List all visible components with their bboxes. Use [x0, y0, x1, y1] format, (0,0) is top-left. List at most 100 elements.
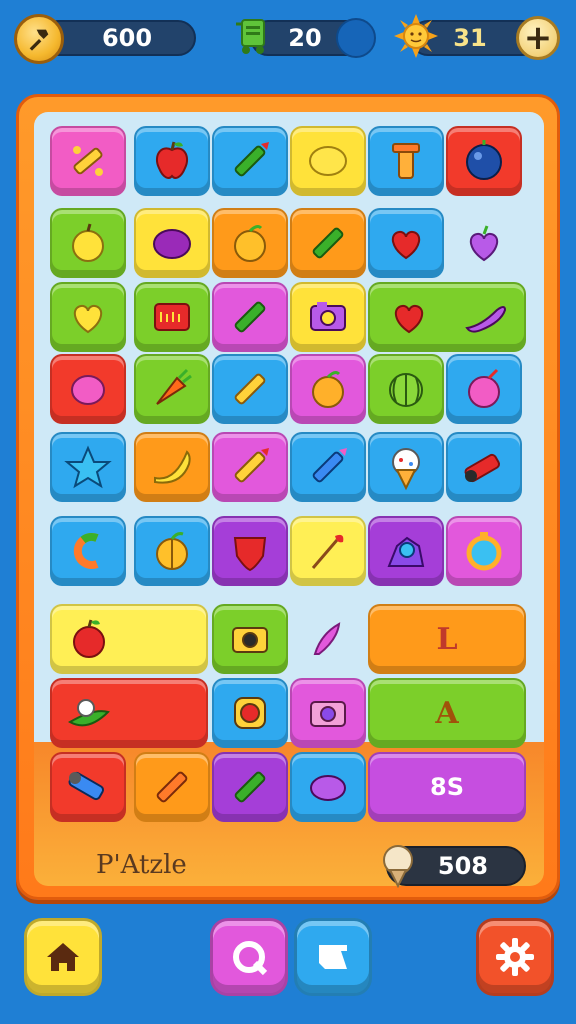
settings-button[interactable]	[476, 918, 554, 996]
yellow-pencil-icon	[234, 373, 266, 405]
refresh-button[interactable]	[210, 918, 288, 996]
orange-icon-2	[312, 371, 344, 408]
puzzle-title: P'Atzle	[96, 850, 187, 880]
share-button[interactable]	[294, 918, 372, 996]
ring-icon	[466, 532, 502, 571]
pink-berry-icon	[468, 368, 500, 408]
orange-icon	[234, 225, 266, 262]
hammer-coin-icon	[14, 14, 64, 64]
eggplant-icon	[464, 306, 506, 333]
tile-orange-pencil[interactable]	[134, 752, 210, 822]
green-marker-icon	[312, 227, 344, 259]
apple-icon-2	[73, 619, 105, 658]
star-icon	[64, 445, 112, 489]
yellow-pencil-icon-2	[234, 448, 269, 483]
tile-purple-berry[interactable]	[446, 208, 522, 278]
red-heart-icon-2	[394, 304, 423, 334]
tile-red-cannon[interactable]	[446, 432, 522, 502]
lemon-icon	[309, 146, 347, 176]
tile-yellow-heart[interactable]	[50, 282, 126, 352]
tile-banana[interactable]	[134, 432, 210, 502]
camera-icon-3	[310, 701, 346, 727]
tile-camera-pink[interactable]	[290, 678, 366, 748]
tile-brush[interactable]	[290, 516, 366, 586]
tile-green-marker[interactable]	[212, 752, 288, 822]
tile-ice-cream[interactable]	[368, 432, 444, 502]
tile-wide-8s[interactable]: 8S	[368, 752, 526, 822]
melon-icon	[389, 373, 423, 407]
purple-gem-icon	[310, 775, 346, 801]
add-currency-button[interactable]: +	[516, 16, 560, 60]
tile-blueberry[interactable]	[446, 126, 522, 196]
blueberry-icon	[466, 140, 502, 180]
tile-red-shield[interactable]	[212, 516, 288, 586]
feather-icon	[313, 622, 341, 655]
tile-purple-gem[interactable]	[290, 752, 366, 822]
tile-apple-yellow[interactable]	[50, 208, 126, 278]
tile-pencil[interactable]	[50, 126, 126, 196]
tile-orange-2[interactable]	[290, 354, 366, 424]
orange-pencil-icon	[156, 771, 188, 803]
tile-wide-heart-eggplant[interactable]	[368, 282, 526, 352]
home-icon	[47, 943, 79, 971]
yellow-apple-icon	[72, 223, 104, 262]
plus-icon: +	[523, 18, 553, 58]
tile-wide-apple[interactable]	[50, 604, 208, 674]
tile-magnifier[interactable]	[368, 516, 444, 586]
tile-apple[interactable]	[134, 126, 210, 196]
tile-melon[interactable]	[368, 354, 444, 424]
tile-ring[interactable]	[446, 516, 522, 586]
yellow-heart-icon	[73, 304, 103, 334]
cannon-icon	[464, 453, 501, 483]
top-bar: 600 20 31 +	[0, 0, 576, 80]
tile-camera-lens[interactable]	[212, 678, 288, 748]
magnet-icon	[73, 532, 99, 569]
camera-icon-2	[232, 627, 268, 653]
tile-lemon[interactable]	[290, 126, 366, 196]
marker-icon	[234, 142, 269, 177]
label-8s: 8S	[430, 773, 464, 801]
carrot-icon	[156, 368, 192, 405]
red-heart-icon	[391, 230, 421, 260]
tile-magnet[interactable]	[50, 516, 126, 586]
tile-yellow-pencil[interactable]	[212, 354, 288, 424]
brush-icon	[311, 534, 344, 569]
magnifier-icon	[387, 536, 425, 567]
tile-orange[interactable]	[212, 208, 288, 278]
tile-peach[interactable]	[134, 516, 210, 586]
tile-marker-2[interactable]	[212, 282, 288, 352]
ice-cream-icon	[392, 448, 420, 491]
tile-wide-peas[interactable]	[50, 678, 208, 748]
tile-wide-letter-l[interactable]: L	[368, 604, 526, 674]
tile-flashlight[interactable]	[50, 752, 126, 822]
red-box-icon	[154, 303, 190, 331]
pencil-icon	[73, 146, 103, 176]
blue-pencil-icon	[312, 448, 347, 483]
tile-red-heart[interactable]	[368, 208, 444, 278]
letter-l: L	[436, 621, 458, 657]
lens-icon	[234, 697, 266, 729]
gear-icon	[496, 938, 534, 976]
tile-blue-pencil[interactable]	[290, 432, 366, 502]
tile-camera-yellow[interactable]	[212, 604, 288, 674]
tile-pipe[interactable]	[368, 126, 444, 196]
tile-plum[interactable]	[134, 208, 210, 278]
tile-pink-berry[interactable]	[446, 354, 522, 424]
lightbulb-icon	[383, 845, 413, 888]
pipe-icon	[392, 143, 420, 179]
tile-marker-green[interactable]	[290, 208, 366, 278]
tile-feather[interactable]	[290, 604, 366, 674]
tile-marker[interactable]	[212, 126, 288, 196]
plum-icon	[153, 229, 191, 259]
tile-pink-heart[interactable]	[50, 354, 126, 424]
score-value: 508	[437, 852, 488, 880]
tile-carrot[interactable]	[134, 354, 210, 424]
home-button[interactable]	[24, 918, 102, 996]
tile-camera-purple[interactable]	[290, 282, 366, 352]
tile-wide-letter-a[interactable]: A	[368, 678, 526, 748]
tile-star[interactable]	[50, 432, 126, 502]
blue-orb-icon	[336, 18, 376, 58]
cart-icon	[236, 19, 265, 54]
tile-yellow-pencil-2[interactable]	[212, 432, 288, 502]
tile-red-box[interactable]	[134, 282, 210, 352]
